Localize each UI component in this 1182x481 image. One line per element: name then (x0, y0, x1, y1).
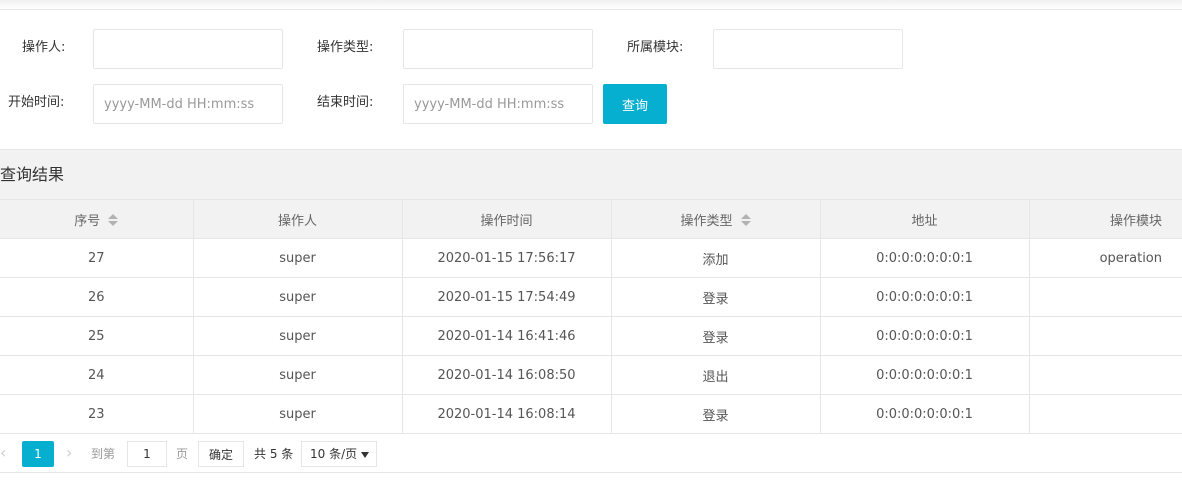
col-header-op-type[interactable]: 操作类型 (611, 199, 821, 239)
goto-confirm-button[interactable]: 确定 (198, 441, 244, 467)
cell-address: 0:0:0:0:0:0:0:1 (820, 355, 1030, 395)
page-size-select[interactable]: 10 条/页 (301, 441, 377, 467)
op-type-label: 操作类型: (317, 40, 374, 55)
top-divider (0, 0, 1182, 10)
cell-module (1029, 316, 1182, 356)
goto-page-input[interactable] (127, 441, 167, 467)
goto-label: 到第 (91, 447, 116, 461)
cell-time: 2020-01-14 16:41:46 (402, 316, 612, 356)
results-table: 序号 操作人 操作时间 操作类型 地址 操作模块 27 super 2020-0… (0, 199, 1182, 434)
cell-index: 26 (0, 277, 194, 317)
table-row[interactable]: 25 super 2020-01-14 16:41:46 登录 0:0:0:0:… (0, 316, 1182, 356)
cell-time: 2020-01-14 16:08:50 (402, 355, 612, 395)
cell-module: operation (1029, 238, 1182, 278)
module-input[interactable] (713, 29, 903, 69)
operator-label: 操作人: (22, 40, 66, 55)
cell-index: 27 (0, 238, 194, 278)
cell-operator: super (193, 277, 403, 317)
sort-icon[interactable] (108, 213, 119, 226)
col-header-operator: 操作人 (193, 199, 403, 239)
cell-address: 0:0:0:0:0:0:0:1 (820, 238, 1030, 278)
cell-op-type: 登录 (611, 316, 821, 356)
cell-operator: super (193, 355, 403, 395)
start-time-label: 开始时间: (8, 95, 65, 110)
chevron-right-icon[interactable]: › (66, 442, 78, 464)
table-row[interactable]: 24 super 2020-01-14 16:08:50 退出 0:0:0:0:… (0, 355, 1182, 395)
total-count: 共 5 条 (254, 447, 294, 461)
op-type-input[interactable] (403, 29, 593, 69)
cell-module (1029, 277, 1182, 317)
col-header-time: 操作时间 (402, 199, 612, 239)
cell-index: 25 (0, 316, 194, 356)
cell-op-type: 登录 (611, 277, 821, 317)
cell-time: 2020-01-15 17:56:17 (402, 238, 612, 278)
sort-icon[interactable] (740, 213, 751, 226)
caret-down-icon (361, 452, 369, 458)
cell-op-type: 添加 (611, 238, 821, 278)
table-row[interactable]: 26 super 2020-01-15 17:54:49 登录 0:0:0:0:… (0, 277, 1182, 317)
query-button[interactable]: 查询 (603, 84, 667, 124)
results-header-bar: 查询结果 (0, 149, 1182, 199)
cell-module (1029, 355, 1182, 395)
pagination: ‹ 1 › 到第 页 确定 共 5 条 10 条/页 (0, 434, 1182, 473)
end-time-input[interactable] (403, 84, 593, 124)
results-title: 查询结果 (0, 165, 65, 184)
cell-operator: super (193, 238, 403, 278)
cell-address: 0:0:0:0:0:0:0:1 (820, 394, 1030, 434)
page-size-value: 10 条/页 (310, 447, 358, 461)
cell-op-type: 登录 (611, 394, 821, 434)
end-time-label: 结束时间: (317, 95, 374, 110)
cell-operator: super (193, 394, 403, 434)
cell-op-type: 退出 (611, 355, 821, 395)
cell-index: 23 (0, 394, 194, 434)
operator-input[interactable] (93, 29, 283, 69)
start-time-input[interactable] (93, 84, 283, 124)
table-header-row: 序号 操作人 操作时间 操作类型 地址 操作模块 (0, 199, 1182, 239)
col-header-address: 地址 (820, 199, 1030, 239)
module-label: 所属模块: (627, 40, 684, 55)
cell-operator: super (193, 316, 403, 356)
cell-address: 0:0:0:0:0:0:0:1 (820, 277, 1030, 317)
col-header-index[interactable]: 序号 (0, 199, 194, 239)
cell-address: 0:0:0:0:0:0:0:1 (820, 316, 1030, 356)
table-row[interactable]: 23 super 2020-01-14 16:08:14 登录 0:0:0:0:… (0, 394, 1182, 434)
col-header-module: 操作模块 (1029, 199, 1182, 239)
table-row[interactable]: 27 super 2020-01-15 17:56:17 添加 0:0:0:0:… (0, 238, 1182, 278)
page-unit-label: 页 (176, 447, 189, 461)
cell-module (1029, 394, 1182, 434)
page-button-current[interactable]: 1 (22, 441, 54, 467)
cell-index: 24 (0, 355, 194, 395)
cell-time: 2020-01-14 16:08:14 (402, 394, 612, 434)
cell-time: 2020-01-15 17:54:49 (402, 277, 612, 317)
chevron-left-icon[interactable]: ‹ (0, 442, 12, 464)
